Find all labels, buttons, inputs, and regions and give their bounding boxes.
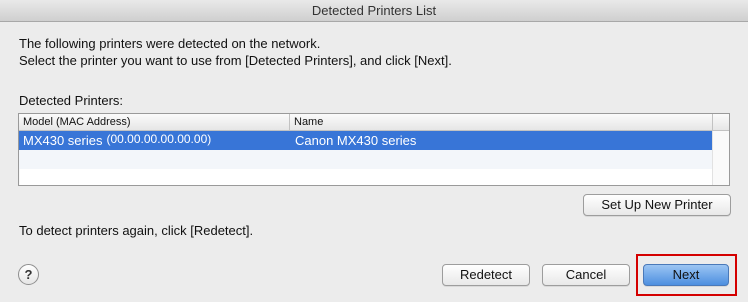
printer-model-cell: MX430 series (00.00.00.00.00.00) xyxy=(23,131,211,151)
printer-name: Canon MX430 series xyxy=(295,133,417,148)
window-title: Detected Printers List xyxy=(0,0,748,22)
intro-line-2: Select the printer you want to use from … xyxy=(19,53,452,68)
redetect-button[interactable]: Redetect xyxy=(442,264,530,286)
printer-mac-address: (00.00.00.00.00.00) xyxy=(106,132,212,146)
table-row-empty xyxy=(19,150,713,169)
intro-line-1: The following printers were detected on … xyxy=(19,36,321,51)
dialog-window: Detected Printers List The following pri… xyxy=(0,0,748,302)
redetect-hint: To detect printers again, click [Redetec… xyxy=(19,223,254,238)
help-icon[interactable]: ? xyxy=(18,264,39,285)
table-header: Model (MAC Address) Name xyxy=(19,114,729,131)
dialog-content: The following printers were detected on … xyxy=(0,22,748,302)
detected-printers-label: Detected Printers: xyxy=(19,93,124,108)
cancel-button[interactable]: Cancel xyxy=(542,264,630,286)
set-up-new-printer-button[interactable]: Set Up New Printer xyxy=(583,194,731,216)
table-scrollbar-track xyxy=(712,131,729,185)
intro-text: The following printers were detected on … xyxy=(19,35,452,69)
table-row-selected[interactable]: MX430 series (00.00.00.00.00.00) Canon MX… xyxy=(19,131,713,150)
printer-table[interactable]: Model (MAC Address) Name MX430 series (00… xyxy=(18,113,730,186)
column-header-model[interactable]: Model (MAC Address) xyxy=(19,114,290,130)
highlight-box xyxy=(636,254,737,296)
printer-model: MX430 series xyxy=(23,133,103,148)
column-header-name[interactable]: Name xyxy=(290,114,713,130)
